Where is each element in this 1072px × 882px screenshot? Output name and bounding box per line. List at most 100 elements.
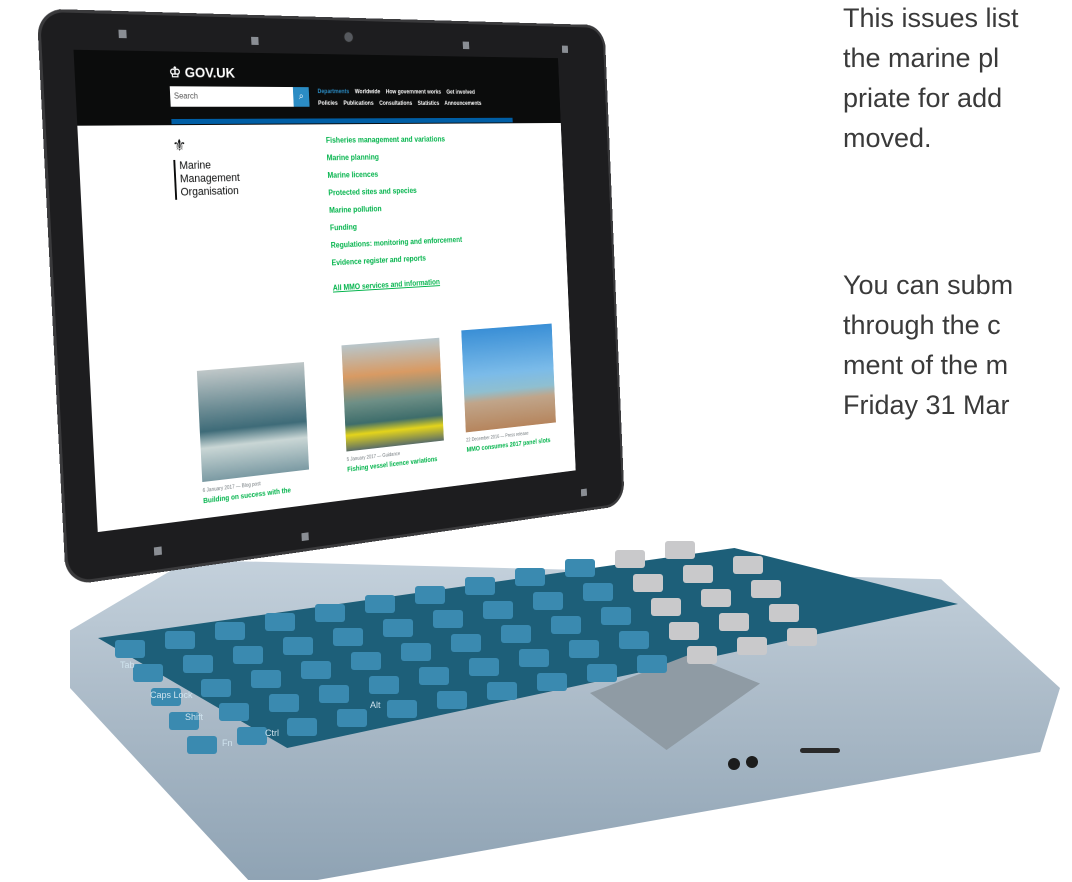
keyboard-key — [219, 703, 249, 721]
nav-link[interactable]: Statistics — [418, 101, 440, 107]
keyboard-key — [337, 709, 367, 727]
keyboard-key — [333, 628, 363, 646]
keyboard-key — [737, 637, 767, 655]
keyboard-key — [551, 616, 581, 634]
side-vent — [800, 748, 840, 753]
keyboard-key — [365, 595, 395, 613]
keyboard-key — [683, 565, 713, 583]
bezel-marker — [153, 546, 162, 556]
keyboard-key — [637, 655, 667, 673]
govuk-logo-text: GOV.UK — [184, 63, 236, 81]
keyboard-key — [283, 637, 313, 655]
bezel-marker — [561, 45, 569, 53]
keyboard-key — [701, 589, 731, 607]
bezel-marker — [580, 488, 588, 497]
keyboard-key — [269, 694, 299, 712]
keyboard-key — [619, 631, 649, 649]
keyboard-key — [501, 625, 531, 643]
keyboard-key — [351, 652, 381, 670]
keyboard-key — [187, 736, 217, 754]
keyboard-key — [115, 640, 145, 658]
service-link[interactable]: Fisheries management and variations — [326, 131, 458, 150]
keyboard-key — [651, 598, 681, 616]
keyboard-key — [483, 601, 513, 619]
nav-link[interactable]: Publications — [343, 101, 373, 107]
keyboard-key — [287, 718, 317, 736]
laptop-screen: ♔ GOV.UK Search ⌕ Departments Worldwide … — [73, 49, 576, 533]
key-label: Caps Lock — [150, 690, 193, 700]
nav-link[interactable]: Policies — [318, 101, 338, 107]
org-name-line: Organisation — [180, 184, 240, 199]
keyboard-key — [519, 649, 549, 667]
keyboard-key — [565, 559, 595, 577]
nav-link[interactable]: Consultations — [379, 101, 412, 107]
keyboard-key — [419, 667, 449, 685]
key-label: Fn — [222, 738, 233, 748]
search-button[interactable]: ⌕ — [292, 87, 310, 107]
nav-link[interactable]: Departments — [317, 89, 349, 95]
keyboard-key — [251, 670, 281, 688]
keyboard-key — [733, 556, 763, 574]
keyboard-key — [487, 682, 517, 700]
keyboard-key — [301, 661, 331, 679]
keyboard-key — [615, 550, 645, 568]
keyboard-key — [669, 622, 699, 640]
keyboard-key — [469, 658, 499, 676]
govuk-header — [73, 49, 561, 126]
laptop-illustration: ♔ GOV.UK Search ⌕ Departments Worldwide … — [0, 0, 1072, 882]
keyboard-key — [769, 604, 799, 622]
keyboard-key — [387, 700, 417, 718]
bezel-marker — [462, 41, 470, 50]
audio-port — [746, 756, 758, 768]
keyboard-key — [787, 628, 817, 646]
keyboard-key — [751, 580, 781, 598]
all-services-link[interactable]: All MMO services and information — [332, 273, 464, 298]
nav-row-2: Policies Publications Consultations Stat… — [318, 101, 486, 107]
keyboard-key — [319, 685, 349, 703]
services-links: Fisheries management and variations Mari… — [326, 131, 465, 297]
royal-crest-icon: ⚜ — [172, 135, 187, 155]
keyboard-key — [601, 607, 631, 625]
keyboard-key — [201, 679, 231, 697]
keyboard-key — [451, 634, 481, 652]
keyboard-key — [165, 631, 195, 649]
search-input[interactable]: Search — [169, 86, 294, 107]
keyboard-key — [183, 655, 213, 673]
org-name-line: Marine — [179, 159, 212, 173]
keyboard-key — [533, 592, 563, 610]
search-icon: ⌕ — [298, 91, 304, 102]
bezel-marker — [118, 29, 127, 39]
govuk-logo[interactable]: ♔ GOV.UK — [169, 64, 236, 82]
keyboard-key — [233, 646, 263, 664]
nav-link[interactable]: Announcements — [444, 101, 481, 107]
keyboard-key — [465, 577, 495, 595]
nav-link[interactable]: Get involved — [446, 90, 475, 96]
laptop-screen-bezel: ♔ GOV.UK Search ⌕ Departments Worldwide … — [36, 8, 625, 586]
key-label: Alt — [370, 700, 381, 710]
news-image-waves[interactable] — [196, 362, 310, 483]
keyboard-key — [133, 664, 163, 682]
keyboard-key — [383, 619, 413, 637]
keyboard-key — [515, 568, 545, 586]
keyboard-key — [415, 586, 445, 604]
keyboard-key — [587, 664, 617, 682]
keyboard-key — [401, 643, 431, 661]
keyboard-key — [433, 610, 463, 628]
bezel-marker — [251, 36, 259, 45]
keyboard-key — [237, 727, 267, 745]
audio-port — [728, 758, 740, 770]
keyboard-key — [633, 574, 663, 592]
keyboard-key — [369, 676, 399, 694]
key-label: Tab — [120, 660, 135, 670]
bezel-marker — [301, 532, 309, 542]
keyboard-key — [215, 622, 245, 640]
key-label: Ctrl — [265, 728, 279, 738]
news-image-beach[interactable] — [461, 323, 556, 433]
key-label: Shift — [185, 712, 204, 722]
keyboard-key — [665, 541, 695, 559]
news-image-boats[interactable] — [341, 337, 444, 452]
keyboard-key — [583, 583, 613, 601]
nav-link[interactable]: How government works — [386, 90, 441, 96]
keyboard-key — [687, 646, 717, 664]
nav-link[interactable]: Worldwide — [355, 89, 381, 95]
